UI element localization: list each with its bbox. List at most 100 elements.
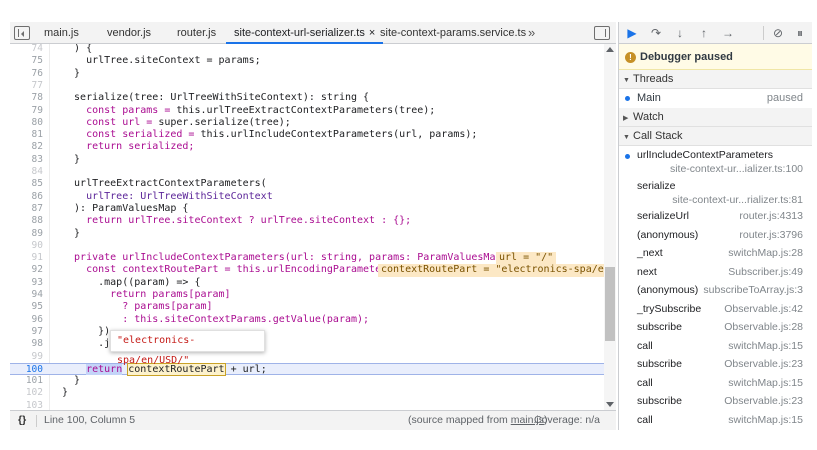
debugger-paused-banner: ! Debugger paused [619,44,812,70]
call-frame[interactable]: call switchMap.js:15 [619,411,812,430]
code-line: 84 [10,166,604,178]
line-number: 91 [31,252,43,264]
pretty-print-button[interactable]: {} [18,411,26,430]
section-title: Threads [633,73,674,85]
call-frame[interactable]: subscribe Observable.js:23 [619,355,812,374]
call-frame[interactable]: call switchMap.js:15 [619,337,812,356]
source-map-prefix: (source mapped from [408,414,511,426]
frame-location: subscribeToArray.js:3 [703,284,803,296]
call-frame[interactable]: serialize site-context-ur...rializer.ts:8… [619,179,812,209]
inline-value-context-route-part: contextRoutePart = "electronics-spa/en/U… [378,264,616,277]
coverage-status: Coverage: n/a [534,414,600,426]
line-number: 76 [31,67,43,79]
code-text: return urlTree.siteContext ? urlTree.sit… [62,215,412,227]
line-number: 93 [31,276,43,288]
call-frame[interactable]: serializeUrl router.js:4313 [619,207,812,226]
resume-icon[interactable]: ▶ [623,25,641,41]
code-text: } [62,67,81,79]
tab-label: site-context-url-serializer.ts [234,27,365,39]
tab-site-context-params-service[interactable]: site-context-params.service.ts [372,22,534,44]
deactivate-breakpoints-icon[interactable]: ⊘ [769,25,787,41]
frame-name: subscribe [637,395,682,407]
code-text: } [62,153,81,165]
frame-name: _next [637,247,663,259]
tab-site-context-url-serializer[interactable]: site-context-url-serializer.ts × [226,22,384,44]
scroll-down-icon[interactable] [606,402,614,407]
code-line: 103 [10,400,604,410]
code-text: ? params[param] [62,301,213,313]
collapsed-triangle-icon: ▶ [623,115,629,122]
step-into-icon[interactable]: ↓ [671,25,689,41]
code-text: return serialized; [62,141,195,153]
call-frame[interactable]: _next switchMap.js:28 [619,244,812,263]
divider [763,26,764,40]
code-line: 80 const url = super.serialize(tree); [10,117,604,129]
toggle-debugger-icon[interactable] [594,26,610,40]
code-line: 77 [10,80,604,92]
tab-vendor-js[interactable]: vendor.js [99,22,159,44]
watch-section-header[interactable]: ▶ Watch [619,108,812,127]
scroll-up-icon[interactable] [606,47,614,52]
call-frame[interactable]: subscribe Observable.js:23 [619,392,812,411]
line-number: 89 [31,227,43,239]
code-token: + url; [224,363,267,375]
line-number: 99 [31,350,43,362]
call-frame[interactable]: _trySubscribe Observable.js:42 [619,300,812,319]
frame-location: router.js:3796 [739,229,803,241]
code-line: 75 urlTree.siteContext = params; [10,55,604,67]
call-frame[interactable]: subscribe Observable.js:28 [619,318,812,337]
code-text: ): ParamValuesMap { [62,202,189,214]
call-frame[interactable]: (anonymous) subscribeToArray.js:3 [619,281,812,300]
code-line: 83 } [10,154,604,166]
frame-name: call [637,377,653,389]
frame-location: Observable.js:23 [724,395,803,407]
execution-line: 100 return contextRoutePart + url; [10,362,604,376]
call-frame[interactable]: urlIncludeContextParameters site-context-… [619,148,812,178]
code-text: urlTree.siteContext = params; [62,55,261,67]
step-icon[interactable]: → [719,25,737,41]
code-text: .map((param) => { [62,276,201,288]
frame-location: site-context-ur...ializer.ts:100 [669,163,803,175]
frame-name: serializeUrl [637,210,689,222]
threads-section-header[interactable]: ▼ Threads [619,70,812,89]
call-frame[interactable]: call switchMap.js:15 [619,374,812,393]
code-text: } [62,227,81,239]
tab-router-js[interactable]: router.js [169,22,224,44]
frame-name: urlIncludeContextParameters [637,149,773,161]
step-out-icon[interactable]: ↑ [695,25,713,41]
pause-on-exceptions-icon[interactable]: ⏸ [791,25,809,41]
line-number: 88 [31,215,43,227]
call-frame[interactable]: (anonymous) router.js:3796 [619,226,812,245]
code-line: 97 }) [10,326,604,338]
expanded-triangle-icon: ▼ [623,134,630,141]
editor-status-bar: {} Line 100, Column 5 (source mapped fro… [10,410,616,430]
tab-main-js[interactable]: main.js [36,22,87,44]
thread-item-main[interactable]: Main paused [619,89,812,108]
thread-name: Main [637,92,661,104]
code-text: urlTreeExtractContextParameters( [62,178,267,190]
line-number: 83 [31,153,43,165]
more-tabs-icon[interactable]: » [528,22,535,44]
code-token: const url = [62,116,159,128]
code-line: 85 urlTreeExtractContextParameters( [10,178,604,190]
warning-icon: ! [625,52,636,63]
code-line: 93 .map((param) => { [10,277,604,289]
line-number: 85 [31,178,43,190]
line-number: 84 [31,166,43,177]
line-number: 87 [31,202,43,214]
editor-scrollbar[interactable] [604,44,616,410]
line-number: 98 [31,338,43,350]
frame-name: subscribe [637,358,682,370]
code-line: 88 return urlTree.siteContext ? urlTree.… [10,215,604,227]
scroll-thumb[interactable] [605,267,615,341]
debugger-toolbar: ▶ ↷ ↓ ↑ → ⊘ ⏸ [619,22,812,44]
code-editor[interactable]: 74 ) { 75 urlTree.siteContext = params; … [10,44,616,410]
call-frame[interactable]: next Subscriber.js:49 [619,263,812,282]
code-token: this.urlIncludeContextParameters(url, pa… [200,129,478,141]
toggle-navigator-icon[interactable] [14,26,30,40]
divider [36,415,37,427]
step-over-icon[interactable]: ↷ [647,25,665,41]
call-stack-section-header[interactable]: ▼ Call Stack [619,127,812,146]
current-frame-icon [625,154,630,159]
